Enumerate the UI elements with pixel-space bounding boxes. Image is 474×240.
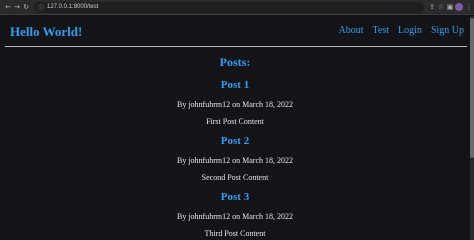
menu-icon[interactable]: ⋮ (465, 3, 473, 11)
nav-login[interactable]: Login (398, 25, 422, 36)
profile-avatar[interactable] (455, 3, 463, 11)
address-bar[interactable]: ⓘ 127.0.0.1:8000/test (34, 2, 424, 13)
post-content: Third Post Content (204, 229, 266, 238)
info-icon[interactable]: ⓘ (38, 3, 44, 12)
extensions-icon[interactable]: ▣ (446, 3, 454, 11)
post-item: Post 2 By johnfuhrm12 on March 18, 2022 … (0, 135, 470, 183)
nav-sign-up[interactable]: Sign Up (431, 25, 464, 36)
back-icon[interactable]: ← (4, 3, 12, 11)
posts-heading: Posts: (219, 55, 251, 69)
nav-test[interactable]: Test (373, 25, 390, 36)
post-title: Post 3 (220, 191, 250, 203)
page-scrollbar[interactable] (470, 16, 474, 240)
post-meta: By johnfuhrm12 on March 18, 2022 (177, 212, 293, 221)
main-content: Posts: Post 1 By johnfuhrm12 on March 18… (0, 50, 470, 239)
nav-about[interactable]: About (339, 25, 364, 36)
post-meta: By johnfuhrm12 on March 18, 2022 (177, 156, 293, 165)
browser-toolbar: ← → ↻ ⓘ 127.0.0.1:8000/test ⇪ ☆ ▣ ⋮ (0, 0, 474, 15)
post-item: Post 1 By johnfuhrm12 on March 18, 2022 … (0, 79, 470, 127)
url-text[interactable]: 127.0.0.1:8000/test (47, 3, 98, 12)
header-divider (5, 46, 467, 47)
post-meta: By johnfuhrm12 on March 18, 2022 (177, 100, 293, 109)
post-content: First Post Content (206, 117, 264, 126)
share-icon[interactable]: ⇪ (428, 3, 436, 11)
forward-icon[interactable]: → (13, 3, 21, 11)
site-nav: About Test Login Sign Up (339, 25, 464, 36)
post-content: Second Post Content (201, 173, 269, 182)
post-title: Post 2 (220, 135, 250, 147)
scrollbar-thumb[interactable] (470, 18, 474, 158)
post-title: Post 1 (220, 79, 250, 91)
site-title[interactable]: Hello World! (10, 24, 82, 40)
star-icon[interactable]: ☆ (437, 3, 445, 11)
post-item: Post 3 By johnfuhrm12 on March 18, 2022 … (0, 191, 470, 239)
reload-icon[interactable]: ↻ (22, 3, 30, 11)
